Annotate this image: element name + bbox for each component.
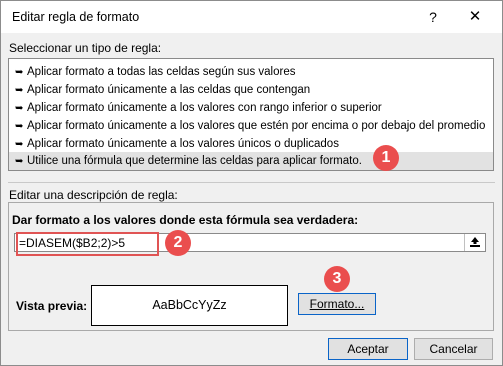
formula-label: Dar formato a los valores donde esta fór… (12, 213, 359, 227)
arrow-icon: ➥ (15, 85, 24, 96)
help-button[interactable]: ? (421, 5, 445, 29)
rule-type-item[interactable]: ➥ Aplicar formato únicamente a los valore… (9, 99, 493, 117)
rule-type-list[interactable]: ➥ Aplicar formato a todas las celdas segú… (8, 58, 494, 171)
rule-type-label: Aplicar formato únicamente a los valores… (27, 138, 339, 150)
description-heading: Editar una descripción de regla: (9, 188, 178, 202)
divider (8, 182, 495, 183)
preview-label: Vista previa: (16, 299, 88, 313)
rule-type-item[interactable]: ➥ Aplicar formato únicamente a los valore… (9, 135, 493, 153)
window-title: Editar regla de formato (12, 10, 140, 24)
annotation-badge-3: 3 (324, 266, 350, 292)
formula-highlight (16, 232, 159, 256)
rule-type-item-selected[interactable]: ➥ Utilice una fórmula que determine las c… (9, 152, 493, 170)
cancel-button[interactable]: Cancelar (414, 338, 493, 360)
preview-sample: AaBbCcYyZz (91, 285, 288, 326)
collapse-dialog-button[interactable] (464, 234, 485, 251)
rule-type-label: Utilice una fórmula que determine las ce… (27, 155, 362, 167)
rule-type-label: Aplicar formato únicamente a los valores… (27, 120, 486, 132)
rule-type-item[interactable]: ➥ Aplicar formato a todas las celdas segú… (9, 63, 493, 81)
annotation-badge-2: 2 (165, 230, 191, 256)
rule-type-label: Aplicar formato únicamente a las celdas … (27, 84, 311, 96)
arrow-icon: ➥ (15, 103, 24, 114)
title-bar: Editar regla de formato ? ✕ (1, 1, 502, 33)
ok-button[interactable]: Aceptar (328, 338, 408, 360)
rule-type-item[interactable]: ➥ Aplicar formato únicamente a los valore… (9, 117, 493, 135)
arrow-icon: ➥ (15, 67, 24, 78)
rule-type-label: Aplicar formato a todas las celdas según… (27, 66, 296, 78)
rule-type-heading: Seleccionar un tipo de regla: (9, 41, 162, 55)
arrow-icon: ➥ (15, 139, 24, 150)
arrow-icon: ➥ (15, 121, 24, 132)
rule-type-label: Aplicar formato únicamente a los valores… (27, 102, 382, 114)
range-select-icon (470, 237, 480, 247)
format-button-label: Formato... (309, 297, 365, 311)
format-button[interactable]: Formato... (298, 293, 376, 315)
rule-type-item[interactable]: ➥ Aplicar formato únicamente a las celdas… (9, 81, 493, 99)
format-rule-dialog: Editar regla de formato ? ✕ Seleccionar … (0, 0, 503, 366)
arrow-icon: ➥ (15, 156, 24, 167)
close-button[interactable]: ✕ (463, 5, 487, 29)
annotation-badge-1: 1 (373, 145, 399, 171)
